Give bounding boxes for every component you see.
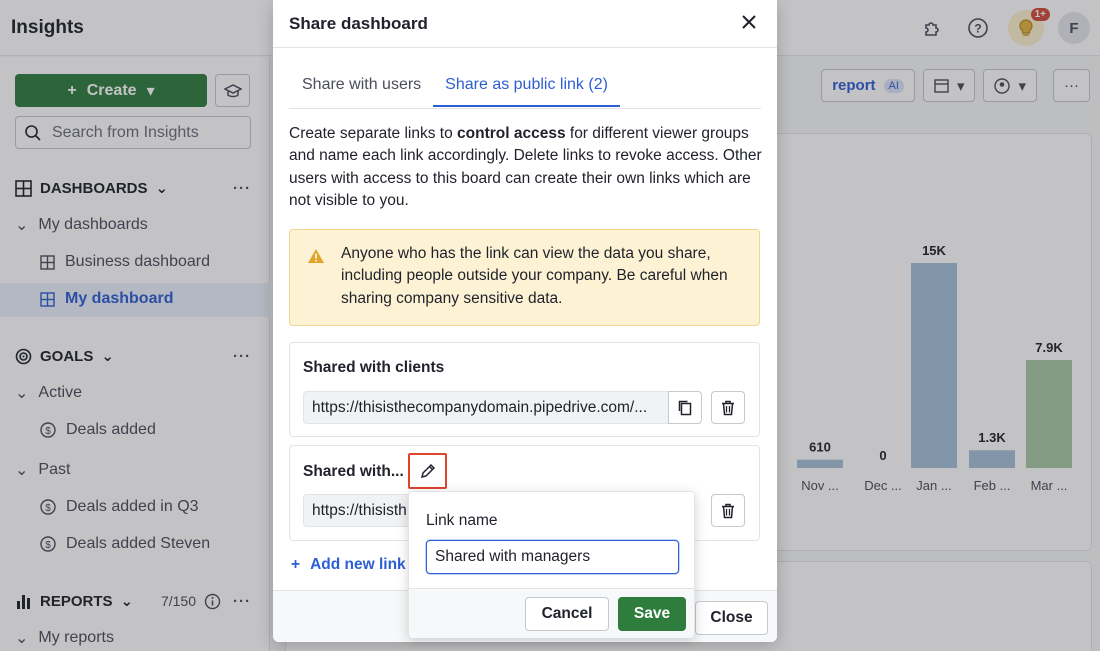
- link-name: Shared with...: [303, 463, 404, 480]
- copy-icon[interactable]: [668, 391, 702, 424]
- share-description: Create separate links to control access …: [289, 123, 764, 212]
- tabs-divider: [289, 108, 761, 109]
- link-url-field[interactable]: https://thisisthecompanydomain.pipedrive…: [303, 391, 669, 424]
- add-new-link-button[interactable]: + Add new link: [291, 556, 406, 574]
- share-tabs: Share with users Share as public link (2…: [289, 66, 620, 107]
- add-link-label: Add new link: [310, 556, 406, 573]
- warning-icon: [308, 249, 324, 263]
- save-button[interactable]: Save: [618, 597, 686, 631]
- modal-header: Share dashboard: [273, 0, 777, 48]
- close-icon[interactable]: [741, 13, 757, 36]
- tab-share-with-users[interactable]: Share with users: [289, 66, 433, 107]
- link-name: Shared with clients: [303, 359, 445, 376]
- cancel-button[interactable]: Cancel: [525, 597, 609, 631]
- plus-icon: +: [291, 556, 301, 573]
- description-text: Create separate links to: [289, 125, 458, 142]
- warning-banner: Anyone who has the link can view the dat…: [289, 229, 760, 326]
- close-button[interactable]: Close: [695, 601, 768, 635]
- modal-title: Share dashboard: [289, 14, 428, 33]
- trash-icon[interactable]: [711, 391, 745, 424]
- rename-link-popover: Link name Cancel Save: [408, 491, 695, 638]
- trash-icon[interactable]: [711, 494, 745, 527]
- description-emphasis: control access: [457, 125, 566, 142]
- link-name-input[interactable]: [426, 540, 679, 574]
- public-link-card: Shared with clients https://thisisthecom…: [289, 342, 760, 437]
- link-url-field[interactable]: https://thisisth: [303, 494, 425, 527]
- popover-footer: Cancel Save: [409, 588, 694, 638]
- link-name-label: Link name: [426, 512, 498, 529]
- warning-text: Anyone who has the link can view the dat…: [341, 245, 728, 307]
- tab-share-public-link[interactable]: Share as public link (2): [433, 66, 620, 107]
- pencil-icon[interactable]: [408, 453, 447, 489]
